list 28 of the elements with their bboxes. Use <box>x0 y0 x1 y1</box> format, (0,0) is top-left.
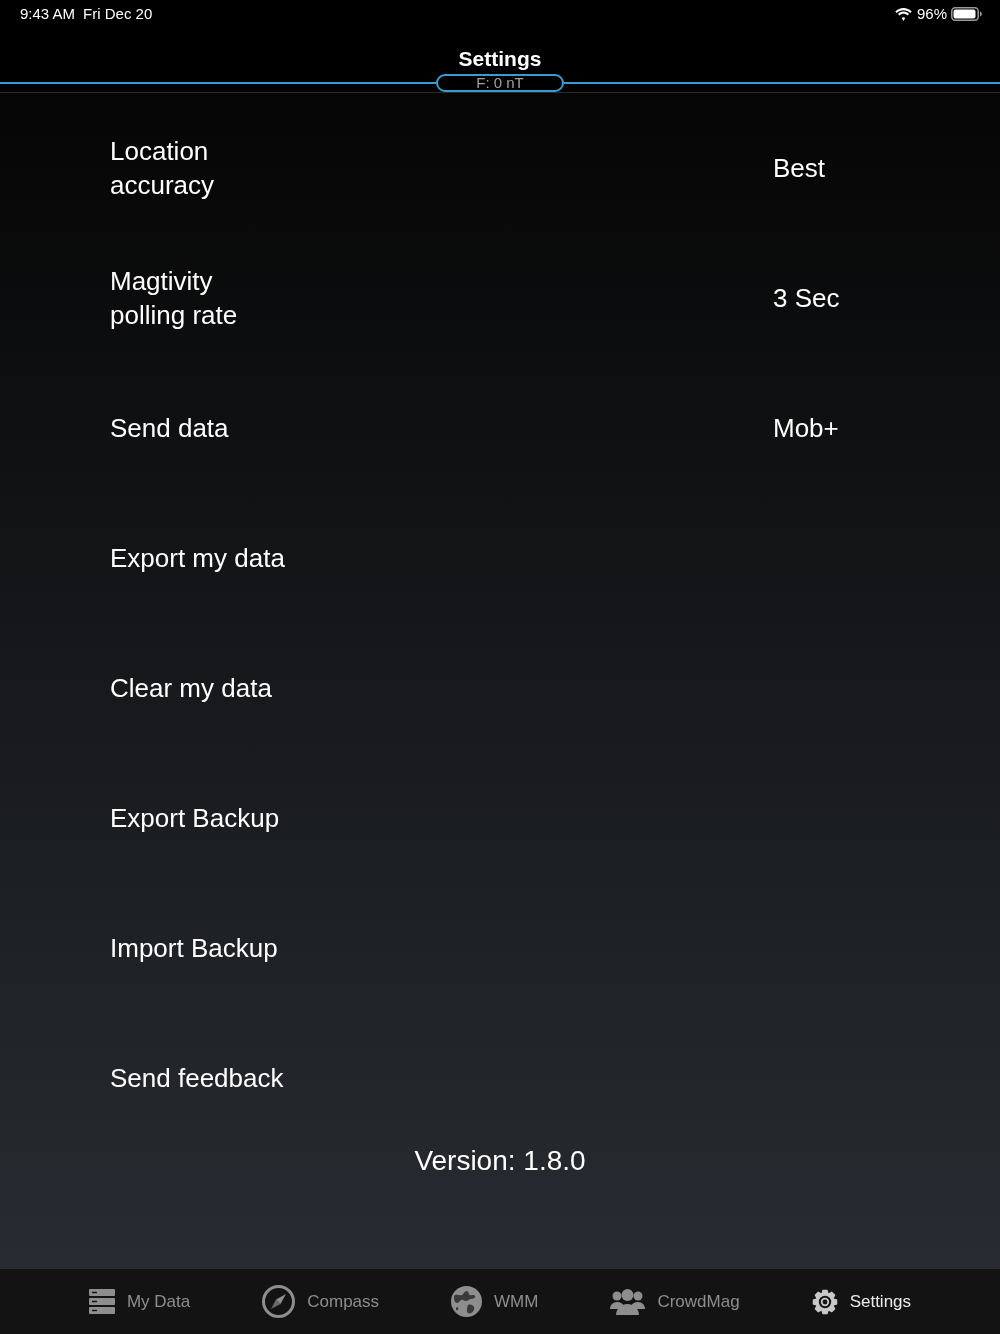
setting-value: 3 Sec <box>773 282 840 315</box>
setting-label[interactable]: Location accuracy <box>110 134 289 202</box>
tab-bar-item[interactable]: My Data <box>88 1289 191 1314</box>
settings-icon <box>811 1288 838 1315</box>
server-stack-icon <box>88 1289 115 1314</box>
battery-percent: 96% <box>916 5 947 23</box>
version-text: Version: 1.8.0 <box>414 1144 586 1178</box>
people-group-icon <box>610 1288 646 1315</box>
compass-icon <box>262 1285 296 1318</box>
setting-label[interactable]: Export Backup <box>110 801 289 835</box>
setting-label[interactable]: Export my data <box>110 541 289 575</box>
setting-label[interactable]: Send data <box>110 411 289 445</box>
tab-bar-item[interactable]: Compass <box>262 1285 380 1318</box>
setting-label[interactable]: Magtivity polling rate <box>110 264 289 332</box>
setting-value: Mob+ <box>773 412 839 445</box>
page-title: Settings <box>458 46 542 72</box>
wifi-icon <box>894 7 912 21</box>
setting-value: Best <box>773 152 826 185</box>
status-time: 9:43 AM <box>20 5 76 23</box>
tab-bar-item[interactable]: CrowdMag <box>610 1288 740 1315</box>
setting-label[interactable]: Send feedback <box>110 1061 289 1095</box>
tab-bar-item[interactable]: Settings <box>811 1288 912 1315</box>
battery-icon <box>951 7 982 21</box>
setting-label[interactable]: Import Backup <box>110 931 289 965</box>
globe-icon <box>451 1286 483 1317</box>
status-date: Fri Dec 20 <box>83 5 153 23</box>
setting-label[interactable]: Clear my data <box>110 671 289 705</box>
tab-bar-item[interactable]: WMM <box>451 1286 539 1317</box>
